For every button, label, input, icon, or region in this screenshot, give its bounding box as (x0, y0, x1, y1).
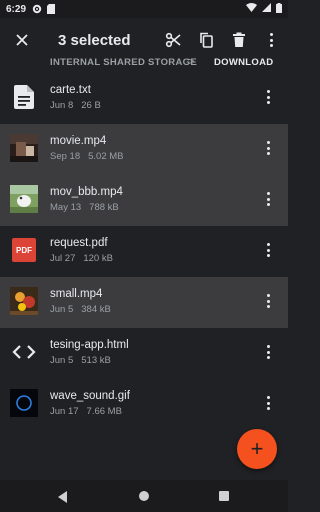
file-name: mov_bbb.mp4 (50, 186, 123, 198)
file-date: May 13 (50, 202, 82, 213)
file-more-button[interactable] (260, 291, 276, 311)
pdf-icon: PDF (10, 236, 38, 264)
file-size: 513 kB (81, 355, 111, 366)
file-meta: Jun 17 7.66 MB (50, 406, 122, 417)
signal-icon (262, 3, 271, 15)
file-row-movie[interactable]: movie.mp4 Sep 18 5.02 MB (0, 124, 288, 175)
add-fab-button[interactable]: + (237, 429, 277, 469)
scissors-icon (165, 32, 181, 48)
file-size: 7.66 MB (86, 406, 122, 417)
status-indicators (246, 2, 282, 16)
file-more-button[interactable] (260, 87, 276, 107)
file-more-button[interactable] (260, 138, 276, 158)
file-meta: Jul 27 120 kB (50, 253, 113, 264)
nav-home-button[interactable] (139, 491, 149, 501)
text-document-icon (10, 83, 38, 111)
file-meta: May 13 788 kB (50, 202, 119, 213)
breadcrumb-chevron: > (188, 56, 195, 68)
pdf-badge: PDF (12, 238, 36, 262)
plus-icon: + (250, 436, 264, 461)
file-size: 5.02 MB (88, 151, 124, 162)
file-name: tesing-app.html (50, 339, 129, 351)
file-meta: Sep 18 5.02 MB (50, 151, 124, 162)
file-list: carte.txt Jun 8 26 B movie.mp4 Sep 18 5.02… (0, 73, 288, 430)
file-more-button[interactable] (260, 393, 276, 413)
file-name: request.pdf (50, 237, 108, 249)
file-row-request[interactable]: PDF request.pdf Jul 27 120 kB (0, 226, 288, 277)
battery-icon (276, 2, 282, 16)
file-meta: Jun 5 384 kB (50, 304, 111, 315)
breadcrumb-download[interactable]: DOWNLOAD (214, 57, 273, 68)
file-more-button[interactable] (260, 189, 276, 209)
close-icon (16, 34, 28, 46)
file-date: Jul 27 (50, 253, 76, 264)
file-date: Jun 5 (50, 304, 74, 315)
status-bar: 6:29 (0, 0, 288, 18)
file-name: movie.mp4 (50, 135, 107, 147)
selection-count-title: 3 selected (58, 31, 131, 49)
code-icon (10, 338, 38, 366)
file-more-button[interactable] (260, 342, 276, 362)
back-triangle-icon (58, 491, 67, 503)
settings-gear-icon (32, 4, 42, 14)
file-date: Sep 18 (50, 151, 81, 162)
file-size: 120 kB (83, 253, 113, 264)
file-row-tesing-app[interactable]: tesing-app.html Jun 5 513 kB (0, 328, 288, 379)
file-name: small.mp4 (50, 288, 103, 300)
file-row-mov-bbb[interactable]: mov_bbb.mp4 May 13 788 kB (0, 175, 288, 226)
breadcrumb-internal-storage[interactable]: INTERNAL SHARED STORAGE (50, 57, 197, 68)
nav-recents-button[interactable] (219, 491, 229, 501)
system-nav-bar (0, 480, 288, 512)
file-meta: Jun 8 26 B (50, 100, 101, 111)
file-row-small[interactable]: small.mp4 Jun 5 384 kB (0, 277, 288, 328)
video-thumbnail (10, 287, 38, 315)
file-date: Jun 5 (50, 355, 74, 366)
file-name: carte.txt (50, 84, 91, 96)
video-thumbnail (10, 134, 38, 162)
file-more-button[interactable] (260, 240, 276, 260)
file-size: 26 B (81, 100, 101, 111)
status-time: 6:29 (6, 3, 27, 15)
file-row-carte[interactable]: carte.txt Jun 8 26 B (0, 73, 288, 124)
file-name: wave_sound.gif (50, 390, 130, 402)
breadcrumb: INTERNAL SHARED STORAGE > DOWNLOAD (0, 52, 288, 72)
file-date: Jun 17 (50, 406, 79, 417)
file-date: Jun 8 (50, 100, 74, 111)
file-size: 788 kB (89, 202, 119, 213)
file-row-wave-sound[interactable]: wave_sound.gif Jun 17 7.66 MB (0, 379, 288, 430)
more-vert-icon (264, 30, 280, 50)
wifi-icon (246, 3, 257, 15)
gif-thumbnail (10, 389, 38, 417)
file-size: 384 kB (81, 304, 111, 315)
file-meta: Jun 5 513 kB (50, 355, 111, 366)
video-thumbnail (10, 185, 38, 213)
copy-icon (199, 32, 213, 48)
nav-back-button[interactable] (58, 490, 68, 508)
sd-card-icon (46, 4, 56, 14)
trash-icon (232, 32, 245, 47)
